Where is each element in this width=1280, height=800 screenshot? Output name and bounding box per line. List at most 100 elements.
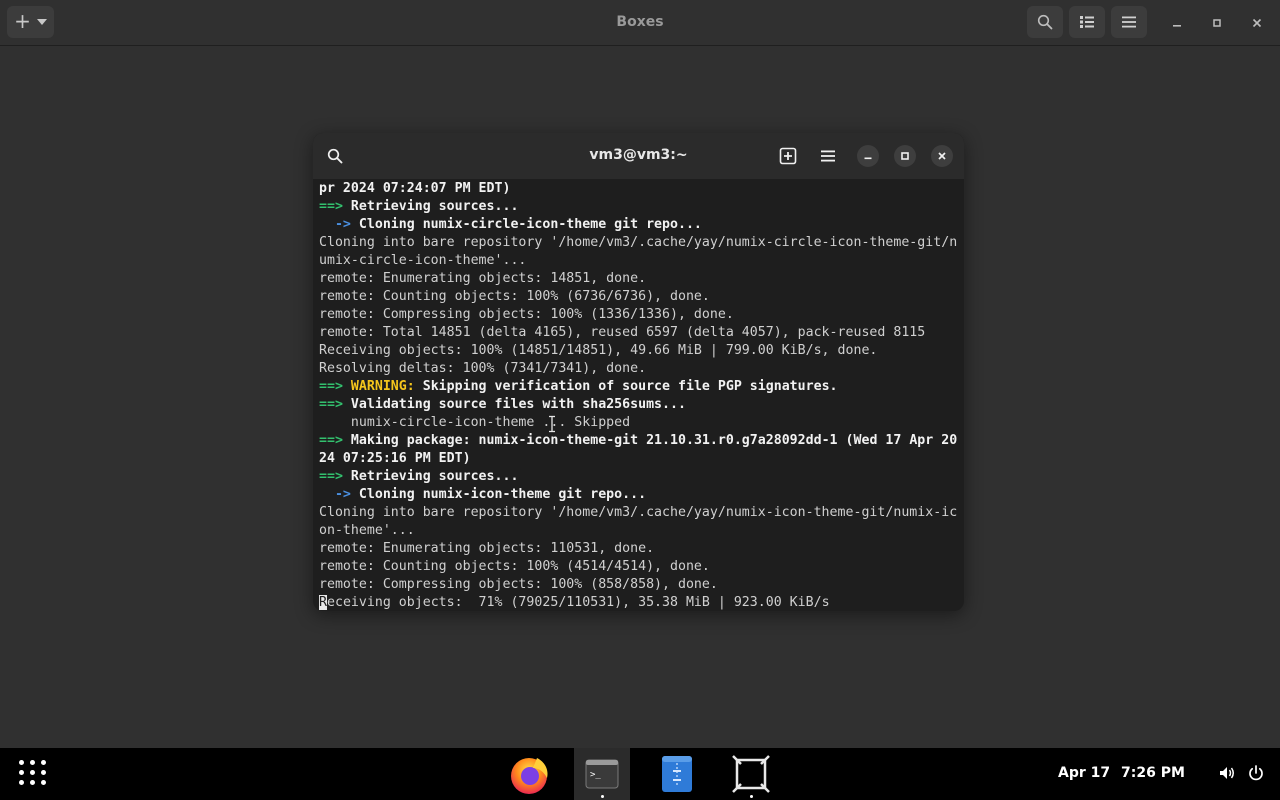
minimize-button[interactable]: [1167, 13, 1187, 33]
firefox-icon: [511, 758, 548, 794]
terminal-output[interactable]: pr 2024 07:24:07 PM EDT) ==> Retrieving s…: [319, 180, 964, 611]
terminal-line: ==> Retrieving sources...: [319, 198, 964, 216]
dock-boxes[interactable]: [723, 748, 779, 800]
power-icon[interactable]: [1247, 764, 1265, 782]
terminal-line: remote: Compressing objects: 100% (858/8…: [319, 576, 964, 594]
terminal-line: on-theme'...: [319, 522, 964, 540]
terminal-text: Making package: numix-icon-theme-git 21.…: [350, 433, 958, 448]
text-cursor-icon: [549, 415, 555, 433]
terminal-line: Cloning into bare repository '/home/vm3/…: [319, 234, 964, 252]
terminal-line: remote: Total 14851 (delta 4165), reused…: [319, 324, 964, 342]
terminal-text: umix-circle-icon-theme'...: [319, 253, 527, 268]
terminal-text: ==>: [319, 199, 351, 214]
terminal-text: Resolving deltas: 100% (7341/7341), done…: [319, 361, 647, 376]
terminal-menu-button[interactable]: [816, 144, 840, 168]
terminal-text: remote: Total 14851 (delta 4165), reused…: [319, 325, 926, 340]
terminal-titlebar[interactable]: vm3@vm3:~: [313, 133, 964, 179]
terminal-text: Cloning into bare repository '/home/vm3/…: [319, 235, 958, 250]
svg-text:>_: >_: [590, 770, 601, 780]
terminal-text: WARNING:: [350, 379, 423, 394]
dock-firefox[interactable]: [501, 748, 557, 800]
minimize-icon: [864, 157, 872, 160]
terminal-text: Cloning numix-icon-theme git repo...: [358, 487, 647, 502]
terminal-line: ==> WARNING: Skipping verification of so…: [319, 378, 964, 396]
running-indicator: [750, 795, 753, 798]
terminal-text: ==>: [319, 397, 351, 412]
terminal-line: ==> Making package: numix-icon-theme-git…: [319, 432, 964, 450]
terminal-text: Retrieving sources...: [350, 469, 519, 484]
maximize-icon: [901, 152, 909, 160]
terminal-text: numix-circle-icon-theme ... Skipped: [319, 415, 631, 430]
boxes-icon: [732, 755, 770, 793]
terminal-icon: >_: [585, 759, 619, 789]
terminal-line: remote: Enumerating objects: 110531, don…: [319, 540, 964, 558]
close-icon: [938, 152, 946, 160]
terminal-text: 24 07:25:16 PM EDT): [319, 451, 471, 466]
terminal-text: remote: Counting objects: 100% (4514/451…: [319, 559, 710, 574]
terminal-text: remote: Enumerating objects: 110531, don…: [319, 541, 655, 556]
new-tab-icon: [779, 147, 797, 165]
show-apps-icon[interactable]: [19, 760, 47, 785]
terminal-line: remote: Compressing objects: 100% (1336/…: [319, 306, 964, 324]
terminal-window[interactable]: vm3@vm3:~ pr 2024 07:24:07 PM EDT) ==> R…: [313, 133, 964, 611]
terminal-line: numix-circle-icon-theme ... Skipped: [319, 414, 964, 432]
boxes-header-bar: + Boxes: [0, 0, 1280, 46]
maximize-button[interactable]: [1207, 13, 1227, 33]
terminal-text: Receiving objects: 100% (14851/14851), 4…: [319, 343, 878, 358]
terminal-line: pr 2024 07:24:07 PM EDT): [319, 180, 964, 198]
terminal-maximize-button[interactable]: [894, 145, 916, 167]
main-menu-button[interactable]: [1111, 6, 1147, 38]
terminal-line: Resolving deltas: 100% (7341/7341), done…: [319, 360, 964, 378]
terminal-text: ->: [319, 217, 359, 232]
terminal-text: ==>: [319, 433, 351, 448]
dock-files[interactable]: [649, 748, 705, 800]
terminal-line: umix-circle-icon-theme'...: [319, 252, 964, 270]
terminal-text: ==>: [319, 379, 351, 394]
terminal-text: on-theme'...: [319, 523, 415, 538]
terminal-line: ==> Retrieving sources...: [319, 468, 964, 486]
minimize-icon: [1173, 25, 1181, 27]
new-tab-button[interactable]: [776, 144, 800, 168]
close-icon: [1252, 18, 1262, 28]
terminal-cursor: R: [319, 595, 327, 610]
terminal-line: -> Cloning numix-icon-theme git repo...: [319, 486, 964, 504]
terminal-text: ->: [319, 487, 359, 502]
files-icon: [662, 756, 692, 792]
running-indicator: [601, 795, 604, 798]
terminal-line: remote: Counting objects: 100% (4514/451…: [319, 558, 964, 576]
terminal-line: Receiving objects: 71% (79025/110531), 3…: [319, 594, 964, 611]
terminal-text: Retrieving sources...: [350, 199, 519, 214]
terminal-text: remote: Compressing objects: 100% (858/8…: [319, 577, 718, 592]
terminal-text: pr 2024 07:24:07 PM EDT): [319, 181, 511, 196]
terminal-text: Skipping verification of source file PGP…: [422, 379, 838, 394]
terminal-text: remote: Enumerating objects: 14851, done…: [319, 271, 647, 286]
volume-icon[interactable]: [1218, 764, 1236, 782]
terminal-line: 24 07:25:16 PM EDT): [319, 450, 964, 468]
terminal-text: eceiving objects: 71% (79025/110531), 35…: [326, 595, 830, 610]
hamburger-menu-icon: [821, 150, 835, 162]
dash-bar: >_ Apr 17 7:26 PM: [0, 748, 1280, 800]
terminal-line: -> Cloning numix-circle-icon-theme git r…: [319, 216, 964, 234]
close-button[interactable]: [1247, 13, 1267, 33]
terminal-line: Cloning into bare repository '/home/vm3/…: [319, 504, 964, 522]
terminal-text: Cloning numix-circle-icon-theme git repo…: [358, 217, 702, 232]
terminal-text: Validating source files with sha256sums.…: [350, 397, 686, 412]
view-toggle-button[interactable]: [1069, 6, 1105, 38]
terminal-line: remote: Counting objects: 100% (6736/673…: [319, 288, 964, 306]
clock-time[interactable]: 7:26 PM: [1121, 765, 1185, 781]
hamburger-menu-icon: [1122, 16, 1136, 28]
terminal-text: ==>: [319, 469, 351, 484]
terminal-line: ==> Validating source files with sha256s…: [319, 396, 964, 414]
dock-terminal[interactable]: >_: [574, 748, 630, 800]
clock-date[interactable]: Apr 17: [1058, 765, 1110, 781]
terminal-text: Cloning into bare repository '/home/vm3/…: [319, 505, 958, 520]
maximize-icon: [1213, 19, 1221, 27]
search-button[interactable]: [1027, 6, 1063, 38]
terminal-close-button[interactable]: [931, 145, 953, 167]
terminal-minimize-button[interactable]: [857, 145, 879, 167]
terminal-text: remote: Counting objects: 100% (6736/673…: [319, 289, 710, 304]
search-icon: [1037, 14, 1053, 30]
list-view-icon: [1080, 16, 1094, 28]
terminal-text: remote: Compressing objects: 100% (1336/…: [319, 307, 734, 322]
terminal-line: remote: Enumerating objects: 14851, done…: [319, 270, 964, 288]
